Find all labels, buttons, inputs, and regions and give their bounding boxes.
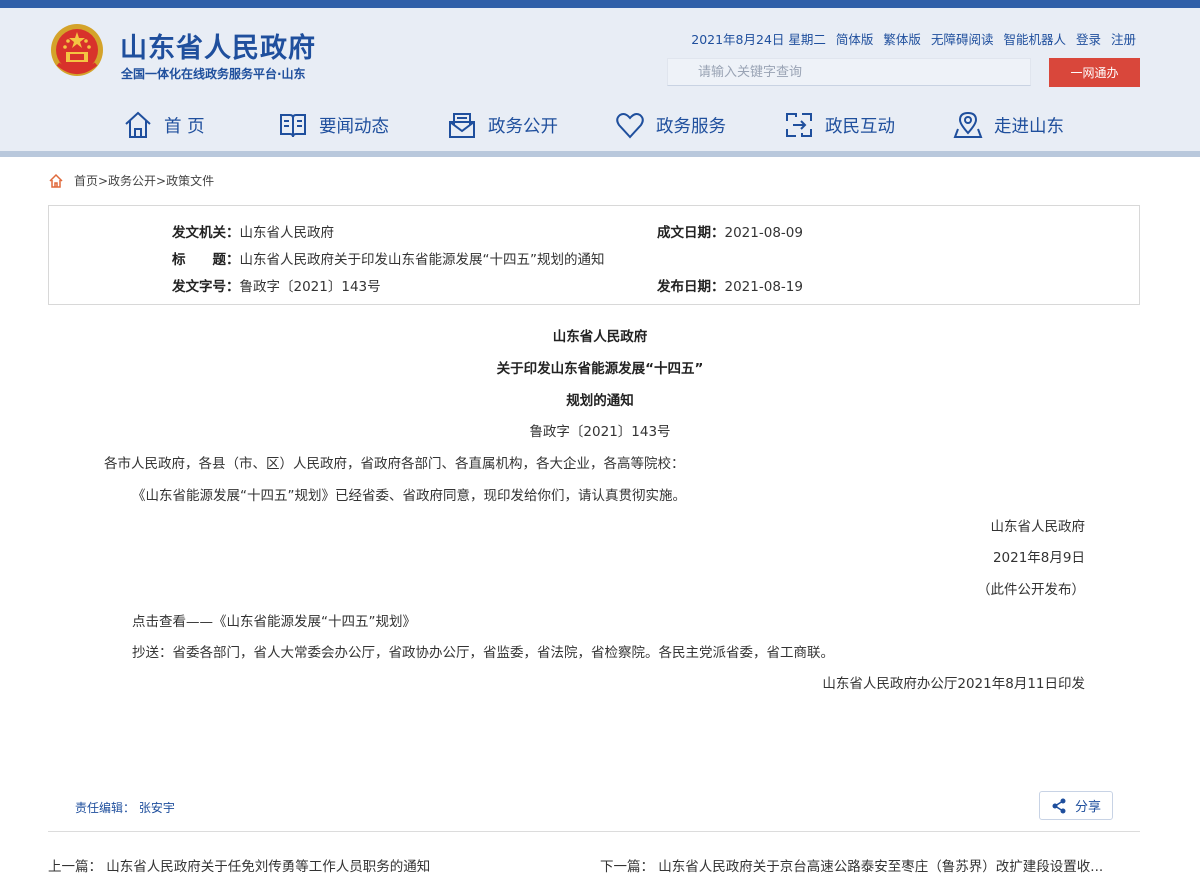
title-row: 标 题：山东省人民政府关于印发山东省能源发展“十四五”规划的通知 (172, 248, 605, 268)
share-label: 分享 (1074, 800, 1101, 815)
publish-date-row: 发布日期：2021-08-19 (657, 275, 803, 295)
search-box (667, 58, 1031, 86)
written-date-value: 2021-08-09 (724, 225, 803, 241)
accessibility-link[interactable]: 无障碍阅读 (931, 29, 994, 48)
robot-link[interactable]: 智能机器人 (1003, 29, 1066, 48)
plan-link[interactable]: 点击查看——《山东省能源发展“十四五”规划》 (132, 610, 416, 630)
nav-item-label: 首 页 (164, 116, 205, 137)
traditional-link[interactable]: 繁体版 (883, 29, 921, 48)
doc-no-value: 鲁政字〔2021〕143号 (239, 279, 381, 295)
footer-divider (48, 831, 1140, 832)
share-button[interactable]: 分享 (1039, 791, 1113, 820)
register-link[interactable]: 注册 (1111, 29, 1136, 48)
doc-number: 鲁政字〔2021〕143号 (529, 424, 671, 440)
main-nav: 首 页 要闻动态 政务公开 政务服务 政民互动 走进山东 (112, 105, 1092, 149)
nav-item-label: 走进山东 (994, 116, 1064, 137)
responsible-editor: 责任编辑： 张安宇 (75, 801, 175, 815)
national-emblem-icon[interactable] (48, 22, 106, 82)
body-text: 《山东省能源发展“十四五”规划》已经省委、省政府同意，现印发给你们，请认真贯彻实… (132, 488, 686, 504)
doc-no-label: 发文字号： (172, 279, 240, 295)
home-icon[interactable] (48, 173, 64, 189)
publish-date-value: 2021-08-19 (724, 279, 803, 295)
publish-date-label: 发布日期： (657, 279, 725, 295)
sign-org: 山东省人民政府 (990, 519, 1086, 535)
doc-heading-title: 关于印发山东省能源发展“十四五” (496, 361, 704, 377)
breadcrumb: 首页>政务公开>政策文件 (48, 172, 214, 189)
simplified-link[interactable]: 简体版 (836, 29, 874, 48)
nav-item-shandong[interactable]: 走进山东 (952, 105, 1064, 145)
interaction-icon (786, 113, 812, 137)
nav-item-label: 政务服务 (656, 116, 726, 137)
breadcrumb-text[interactable]: 首页>政务公开>政策文件 (74, 172, 214, 189)
nav-item-label: 政民互动 (825, 116, 895, 137)
doc-no-row: 发文字号：鲁政字〔2021〕143号 (172, 275, 381, 295)
issuer-label: 发文机关： (172, 225, 240, 241)
written-date-label: 成文日期： (657, 225, 725, 241)
top-color-bar (0, 0, 1200, 8)
prev-article-link[interactable]: 上一篇： 山东省人民政府关于任免刘传勇等工作人员职务的通知 (48, 855, 430, 875)
title-value: 山东省人民政府关于印发山东省能源发展“十四五”规划的通知 (239, 252, 605, 268)
nav-item-label: 政务公开 (488, 116, 558, 137)
one-stop-service-button[interactable]: 一网通办 (1049, 58, 1140, 87)
current-date: 2021年8月24日 星期二 (691, 32, 826, 47)
doc-heading-subtitle: 规划的通知 (566, 393, 634, 409)
publish-note: （此件公开发布） (977, 582, 1085, 598)
doc-heading-issuer: 山东省人民政府 (552, 329, 648, 345)
title-label: 标 题： (172, 252, 240, 268)
nav-item-home[interactable]: 首 页 (122, 105, 205, 145)
search-input[interactable] (668, 59, 1030, 85)
login-link[interactable]: 登录 (1076, 29, 1101, 48)
book-icon (280, 114, 306, 138)
nav-item-services[interactable]: 政务服务 (614, 105, 726, 145)
nav-item-interaction[interactable]: 政民互动 (783, 105, 895, 145)
home-icon (125, 111, 151, 138)
nav-item-gov-affairs[interactable]: 政务公开 (446, 105, 558, 145)
heart-icon (616, 113, 644, 139)
nav-item-news[interactable]: 要闻动态 (277, 105, 389, 145)
printed-by: 山东省人民政府办公厅2021年8月11日印发 (822, 676, 1085, 692)
issuer-row: 发文机关：山东省人民政府 (172, 221, 334, 241)
cc-list: 抄送：省委各部门，省人大常委会办公厅，省政协办公厅，省监委，省法院，省检察院。各… (132, 645, 834, 661)
issuer-value: 山东省人民政府 (239, 225, 335, 241)
location-icon (953, 111, 983, 138)
share-icon (1052, 798, 1066, 813)
header-bottom-bar (0, 151, 1200, 157)
site-subtitle: 全国一体化在线政务服务平台·山东 (121, 67, 306, 81)
mail-icon (449, 113, 475, 138)
site-title[interactable]: 山东省人民政府 (120, 26, 316, 65)
nav-item-label: 要闻动态 (319, 116, 389, 137)
sign-date: 2021年8月9日 (992, 550, 1085, 566)
next-article-link[interactable]: 下一篇： 山东省人民政府关于京台高速公路泰安至枣庄（鲁苏界）改扩建段设置收... (600, 855, 1145, 875)
salutation: 各市人民政府，各县（市、区）人民政府，省政府各部门、各直属机构，各大企业，各高等… (104, 456, 685, 472)
top-links: 2021年8月24日 星期二 简体版 繁体版 无障碍阅读 智能机器人 登录 注册 (691, 29, 1136, 48)
written-date-row: 成文日期：2021-08-09 (657, 221, 803, 241)
